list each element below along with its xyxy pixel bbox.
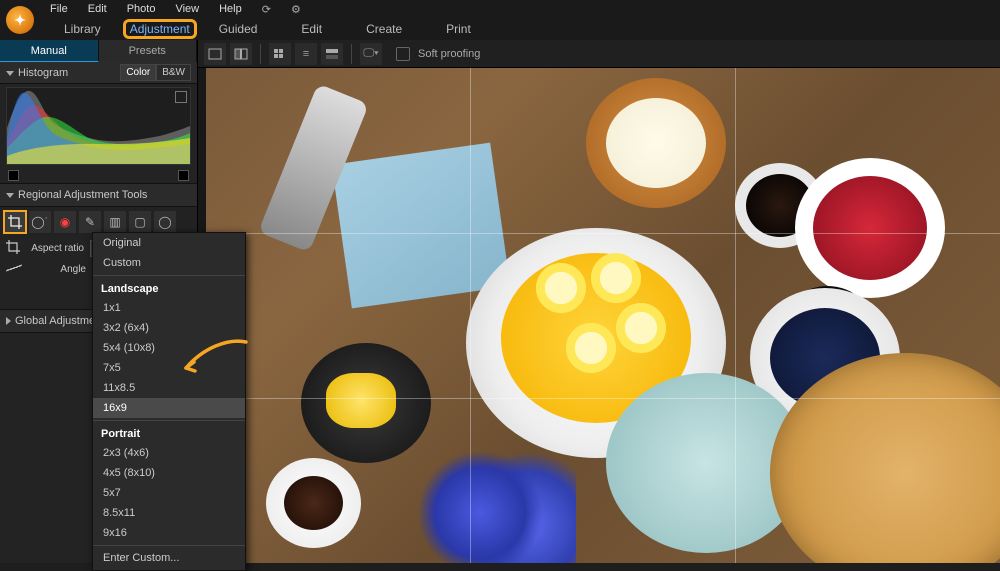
view-compare-icon[interactable] <box>230 43 252 65</box>
dd-original[interactable]: Original <box>93 233 245 253</box>
soft-proofing-label: Soft proofing <box>418 48 480 60</box>
radial-tool[interactable]: ◯ <box>154 211 176 233</box>
view-split-icon[interactable] <box>321 43 343 65</box>
redeye-tool[interactable]: ◉ <box>54 211 76 233</box>
shadow-clip-indicator[interactable] <box>8 170 19 181</box>
menu-view[interactable]: View <box>167 3 207 15</box>
nav-print[interactable]: Print <box>424 19 493 39</box>
subtab-presets[interactable]: Presets <box>99 40 198 62</box>
nav-guided[interactable]: Guided <box>197 19 280 39</box>
dd-1x1[interactable]: 1x1 <box>93 298 245 318</box>
histogram-mode-bw[interactable]: B&W <box>156 64 191 81</box>
angle-label: Angle <box>28 264 86 275</box>
view-grid-icon[interactable] <box>269 43 291 65</box>
menu-photo[interactable]: Photo <box>119 3 164 15</box>
spot-tool[interactable]: ◯˙ <box>29 211 51 233</box>
object-select-tool[interactable]: ▢ <box>129 211 151 233</box>
soft-proofing-checkbox[interactable] <box>396 47 410 61</box>
histogram-expand-icon[interactable] <box>175 91 187 103</box>
dd-7x5[interactable]: 7x5 <box>93 358 245 378</box>
panel-histogram-header[interactable]: Histogram Color B&W <box>0 62 197 84</box>
app-logo: ✦ <box>2 2 38 38</box>
histogram-clip-row <box>0 168 197 183</box>
brush-tool[interactable]: ✎ <box>79 211 101 233</box>
top-nav: Library Adjustment Guided Edit Create Pr… <box>0 18 1000 40</box>
gradient-tool[interactable]: ▥ <box>104 211 126 233</box>
dd-5x7[interactable]: 5x7 <box>93 483 245 503</box>
gear-icon[interactable]: ⚙ <box>283 3 309 16</box>
canvas-area: ≡ 🖵▾ Soft proofing <box>198 40 1000 563</box>
sync-icon[interactable]: ⟳ <box>254 3 279 16</box>
nav-library[interactable]: Library <box>42 19 123 39</box>
panel-regional-header[interactable]: Regional Adjustment Tools <box>0 183 197 207</box>
nav-adjustment[interactable]: Adjustment <box>123 19 197 39</box>
aspect-ratio-dropdown: Original Custom Landscape 1x1 3x2 (6x4) … <box>92 232 246 571</box>
dd-custom[interactable]: Custom <box>93 253 245 273</box>
dd-3x2[interactable]: 3x2 (6x4) <box>93 318 245 338</box>
nav-edit[interactable]: Edit <box>279 19 344 39</box>
photo-viewport[interactable] <box>206 68 1000 563</box>
histogram-mode-color[interactable]: Color <box>120 64 156 81</box>
histogram-display <box>6 87 191 165</box>
dd-16x9[interactable]: 16x9 <box>93 398 245 418</box>
photo-surface <box>206 68 1000 563</box>
menubar: File Edit Photo View Help ⟳ ⚙ <box>0 0 1000 18</box>
dd-85x11[interactable]: 8.5x11 <box>93 503 245 523</box>
highlight-clip-indicator[interactable] <box>178 170 189 181</box>
menu-file[interactable]: File <box>42 3 76 15</box>
view-list-icon[interactable]: ≡ <box>295 43 317 65</box>
dd-head-portrait: Portrait <box>93 423 245 443</box>
nav-create[interactable]: Create <box>344 19 424 39</box>
view-single-icon[interactable] <box>204 43 226 65</box>
panel-histogram-title: Histogram <box>18 67 68 79</box>
crop-icon <box>6 240 20 257</box>
dd-5x4[interactable]: 5x4 (10x8) <box>93 338 245 358</box>
display-dropdown-icon[interactable]: 🖵▾ <box>360 43 382 65</box>
aspect-ratio-label: Aspect ratio <box>26 243 84 254</box>
crop-tool[interactable] <box>4 211 26 233</box>
subtab-manual[interactable]: Manual <box>0 40 99 62</box>
dd-2x3[interactable]: 2x3 (4x6) <box>93 443 245 463</box>
dd-enter-custom[interactable]: Enter Custom... <box>93 548 245 568</box>
dd-9x16[interactable]: 9x16 <box>93 523 245 543</box>
menu-edit[interactable]: Edit <box>80 3 115 15</box>
menu-help[interactable]: Help <box>211 3 250 15</box>
dd-4x5[interactable]: 4x5 (8x10) <box>93 463 245 483</box>
panel-regional-title: Regional Adjustment Tools <box>18 189 147 201</box>
straighten-icon <box>6 263 22 276</box>
canvas-toolbar: ≡ 🖵▾ Soft proofing <box>198 40 1000 68</box>
dd-head-landscape: Landscape <box>93 278 245 298</box>
dd-11x85[interactable]: 11x8.5 <box>93 378 245 398</box>
